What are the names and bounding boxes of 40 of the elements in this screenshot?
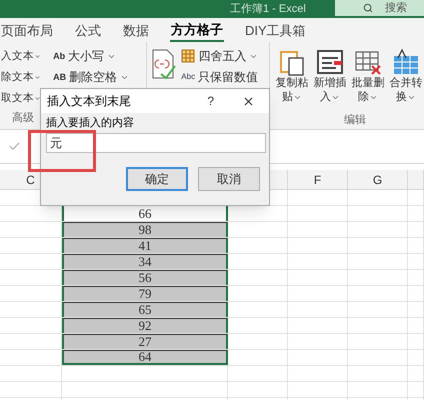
ribbon-large-button[interactable]: 复制粘 贴 xyxy=(274,48,310,104)
ribbon-large-button[interactable]: 合并转 换 xyxy=(388,48,424,104)
ribbon-tab[interactable]: DIY工具箱 xyxy=(244,20,307,42)
table-cell[interactable]: 34 xyxy=(62,254,228,269)
ribbon-menu-button[interactable]: 除文本 xyxy=(1,69,50,85)
ribbon-menu-button[interactable]: Ab 大小写 xyxy=(53,48,146,64)
table-cell[interactable]: 64 xyxy=(62,350,228,365)
text-format-icon: Abc xyxy=(181,69,196,85)
cancel-button[interactable]: 取消 xyxy=(198,167,260,191)
group-label: 高级 xyxy=(12,110,34,126)
group-label: 编辑 xyxy=(344,113,366,128)
table-cell[interactable]: 41 xyxy=(62,238,228,253)
table-cell[interactable]: 79 xyxy=(62,286,228,301)
ribbon-large-button[interactable]: 新增插 入 xyxy=(312,48,348,104)
ribbon-menu-button[interactable]: 入文本 xyxy=(1,48,50,64)
ribbon-tab[interactable]: 页面布局 xyxy=(0,20,54,42)
table-cell[interactable]: 56 xyxy=(62,270,228,285)
case-icon: AB xyxy=(53,69,66,85)
input-field[interactable]: 元 xyxy=(46,133,266,153)
column-header[interactable]: F xyxy=(314,170,322,188)
window-title: 工作簿1 - Excel xyxy=(230,2,306,17)
ribbon-tab[interactable]: 数据 xyxy=(122,20,150,42)
prompt-label: 插入要插入的内容 xyxy=(46,116,135,130)
table-cell[interactable]: 27 xyxy=(62,334,228,349)
ribbon-large-button[interactable]: 批量删 除 xyxy=(350,48,386,104)
case-icon: Ab xyxy=(53,48,66,64)
search-field[interactable]: 搜索 xyxy=(335,0,424,16)
dialog-title: 插入文本到末尾 xyxy=(47,93,131,110)
table-cell[interactable]: 98 xyxy=(62,222,228,237)
table-cell[interactable]: 66 xyxy=(62,206,228,221)
column-header[interactable]: C xyxy=(26,170,35,188)
help-button[interactable]: ? xyxy=(207,92,214,110)
ribbon-menu-button[interactable]: AB 删除空格 xyxy=(53,69,146,85)
ribbon-menu-button[interactable]: 四舍五入 xyxy=(181,48,258,64)
ribbon-menu-button[interactable]: Abc 只保留数值 xyxy=(181,69,258,85)
ribbon-tab[interactable]: 公式 xyxy=(74,20,102,42)
ok-button[interactable]: 确定 xyxy=(126,167,188,191)
column-header[interactable]: G xyxy=(372,170,382,188)
table-cell[interactable]: 92 xyxy=(62,318,228,333)
table-cell[interactable]: 65 xyxy=(62,302,228,317)
